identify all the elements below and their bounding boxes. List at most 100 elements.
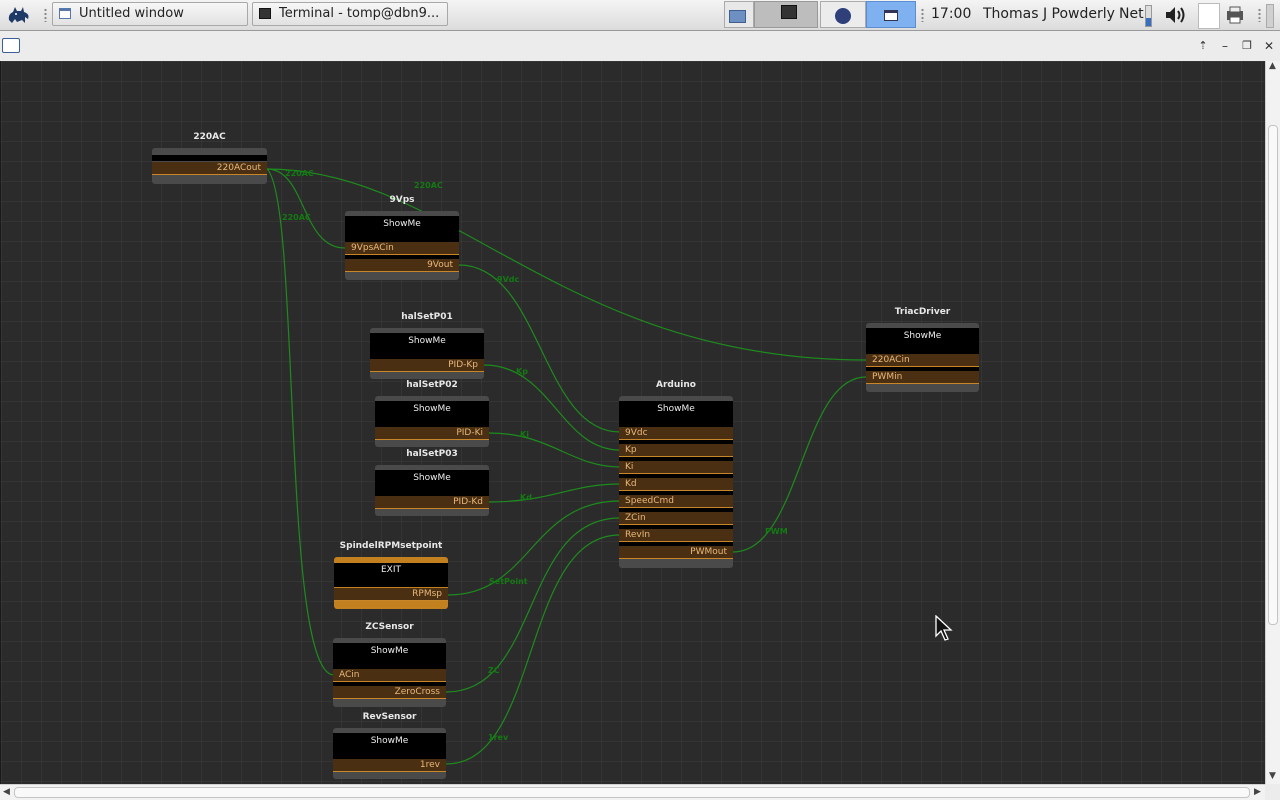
horizontal-scrollbar[interactable]: ◀ ▶ [0, 784, 1265, 800]
port-rpmsp[interactable]: RPMsp [334, 588, 448, 601]
showme-button[interactable]: ShowMe [333, 643, 446, 669]
port-pid-ki[interactable]: PID-Ki [375, 427, 489, 440]
close-button[interactable]: ✕ [1262, 39, 1276, 53]
port-zcin[interactable]: ZCin [619, 512, 733, 525]
port-1rev[interactable]: 1rev [333, 759, 446, 772]
maximize-button[interactable]: ❐ [1240, 39, 1254, 53]
net-label[interactable]: Net [1119, 6, 1144, 22]
workspace-3-button[interactable] [820, 1, 866, 28]
node-title: halSetP01 [401, 312, 453, 322]
mouse-cursor-icon [935, 614, 955, 643]
net-meter-icon [1145, 5, 1152, 27]
node-zcsensor[interactable]: ZCSensor ShowMe ACin ZeroCross [333, 622, 446, 707]
node-halsetp01[interactable]: halSetP01 ShowMe PID-Kp [370, 312, 484, 379]
port-kp[interactable]: Kp [619, 444, 733, 457]
taskbar-window-untitled[interactable]: Untitled window [52, 2, 248, 26]
user-name[interactable]: Thomas J Powderly [983, 6, 1115, 22]
volume-icon[interactable] [1163, 4, 1189, 26]
port-9vpsacin[interactable]: 9VpsACin [345, 242, 459, 255]
scroll-up-arrow-icon[interactable]: ▲ [1269, 61, 1276, 71]
port-speedcmd[interactable]: SpeedCmd [619, 495, 733, 508]
port-pid-kd[interactable]: PID-Kd [375, 496, 489, 509]
panel-separator [921, 8, 924, 22]
wire-label: 1rev [488, 733, 509, 742]
panel-handle[interactable] [1266, 4, 1274, 28]
vertical-scroll-thumb[interactable] [1268, 125, 1278, 625]
app-window-icon[interactable] [2, 38, 20, 53]
port-pid-kp[interactable]: PID-Kp [370, 359, 484, 372]
app-menu-icon[interactable] [6, 4, 32, 26]
node-revsensor[interactable]: RevSensor ShowMe 1rev [333, 712, 446, 779]
workspace-1-button[interactable] [724, 1, 754, 28]
node-spindelrpmsetpoint[interactable]: SpindelRPMsetpoint EXIT RPMsp [334, 541, 448, 609]
node-title: halSetP02 [406, 380, 458, 390]
taskbar: Untitled window Terminal - tomp@dbn9... … [0, 0, 1280, 31]
workspace-2-button[interactable] [754, 1, 818, 28]
node-title: RevSensor [362, 712, 417, 722]
node-title: TriacDriver [894, 307, 951, 317]
minimize-button[interactable]: – [1218, 39, 1232, 53]
clock[interactable]: 17:00 [931, 6, 971, 22]
wire-label: ZC [488, 666, 500, 675]
showme-button[interactable]: ShowMe [333, 733, 446, 759]
port-9vout[interactable]: 9Vout [345, 259, 459, 272]
port-220acin[interactable]: 220ACin [866, 354, 979, 367]
node-arduino[interactable]: Arduino ShowMe 9Vdc Kp Ki Kd SpeedCmd ZC… [619, 380, 733, 568]
wire-label: 220AC [414, 181, 443, 190]
node-title: ZCSensor [365, 622, 414, 632]
showme-button[interactable]: ShowMe [345, 216, 459, 242]
showme-button[interactable]: ShowMe [619, 401, 733, 427]
node-title: SpindelRPMsetpoint [339, 541, 443, 551]
wire-label: PWM [765, 527, 788, 536]
taskbar-window-label: Untitled window [79, 6, 184, 21]
scroll-right-arrow-icon[interactable]: ▶ [1254, 787, 1261, 797]
port-220acout[interactable]: 220ACout [152, 162, 267, 175]
port-kd[interactable]: Kd [619, 478, 733, 491]
port-zerocross[interactable]: ZeroCross [333, 686, 446, 699]
port-9vdc[interactable]: 9Vdc [619, 427, 733, 440]
showme-button[interactable]: ShowMe [375, 401, 489, 427]
wire-kd [488, 483, 621, 503]
wire-label: SetPoint [489, 577, 528, 586]
app-toolbar: ⇡ – ❐ ✕ [0, 31, 1280, 62]
notification-icon[interactable] [1198, 3, 1220, 29]
port-pwmout[interactable]: PWMout [619, 546, 733, 559]
vertical-scrollbar[interactable]: ▲ ▼ [1265, 61, 1280, 784]
showme-button[interactable]: ShowMe [375, 470, 489, 496]
node-9vps[interactable]: 9Vps ShowMe 9VpsACin 9Vout [345, 195, 459, 280]
wire-label: Kd [520, 493, 532, 502]
node-220ac[interactable]: 220AC 220ACout [152, 132, 267, 184]
node-title: Arduino [656, 380, 696, 390]
scroll-down-arrow-icon[interactable]: ▼ [1269, 771, 1276, 781]
node-title: 9Vps [389, 195, 415, 205]
port-revin[interactable]: RevIn [619, 529, 733, 542]
exit-button[interactable]: EXIT [334, 563, 448, 587]
shade-button[interactable]: ⇡ [1196, 39, 1210, 53]
taskbar-window-label: Terminal - tomp@dbn9... [279, 6, 440, 21]
window-icon [59, 8, 71, 19]
node-triacdriver[interactable]: TriacDriver ShowMe 220ACin PWMin [866, 307, 979, 392]
wire-zc [445, 517, 621, 693]
scroll-left-arrow-icon[interactable]: ◀ [3, 787, 10, 797]
wire-label: Kp [516, 367, 528, 376]
printer-icon[interactable] [1225, 5, 1245, 25]
terminal-mini-icon [781, 5, 797, 19]
workspace-4-button[interactable] [866, 1, 916, 28]
taskbar-window-terminal[interactable]: Terminal - tomp@dbn9... [252, 2, 448, 26]
node-halsetp02[interactable]: halSetP02 ShowMe PID-Ki [375, 380, 489, 447]
node-graph-canvas[interactable]: 220AC 220AC 220AC 9Vdc Kp Ki Kd SetPoint… [0, 61, 1266, 784]
wire-label: Ki [520, 430, 529, 439]
horizontal-scroll-thumb[interactable] [14, 787, 1250, 798]
node-halsetp03[interactable]: halSetP03 ShowMe PID-Kd [375, 449, 489, 516]
port-ki[interactable]: Ki [619, 461, 733, 474]
showme-button[interactable]: ShowMe [370, 333, 484, 359]
showme-button[interactable]: ShowMe [866, 328, 979, 354]
wire-label: 220AC [285, 169, 314, 178]
folder-icon [729, 10, 746, 23]
wire-label: 9Vdc [497, 275, 520, 284]
wire-pwm [732, 376, 867, 553]
wire-220ac-to-zcsensor [266, 168, 335, 676]
browser-icon [835, 8, 851, 24]
port-acin[interactable]: ACin [333, 669, 446, 682]
port-pwmin[interactable]: PWMin [866, 371, 979, 384]
